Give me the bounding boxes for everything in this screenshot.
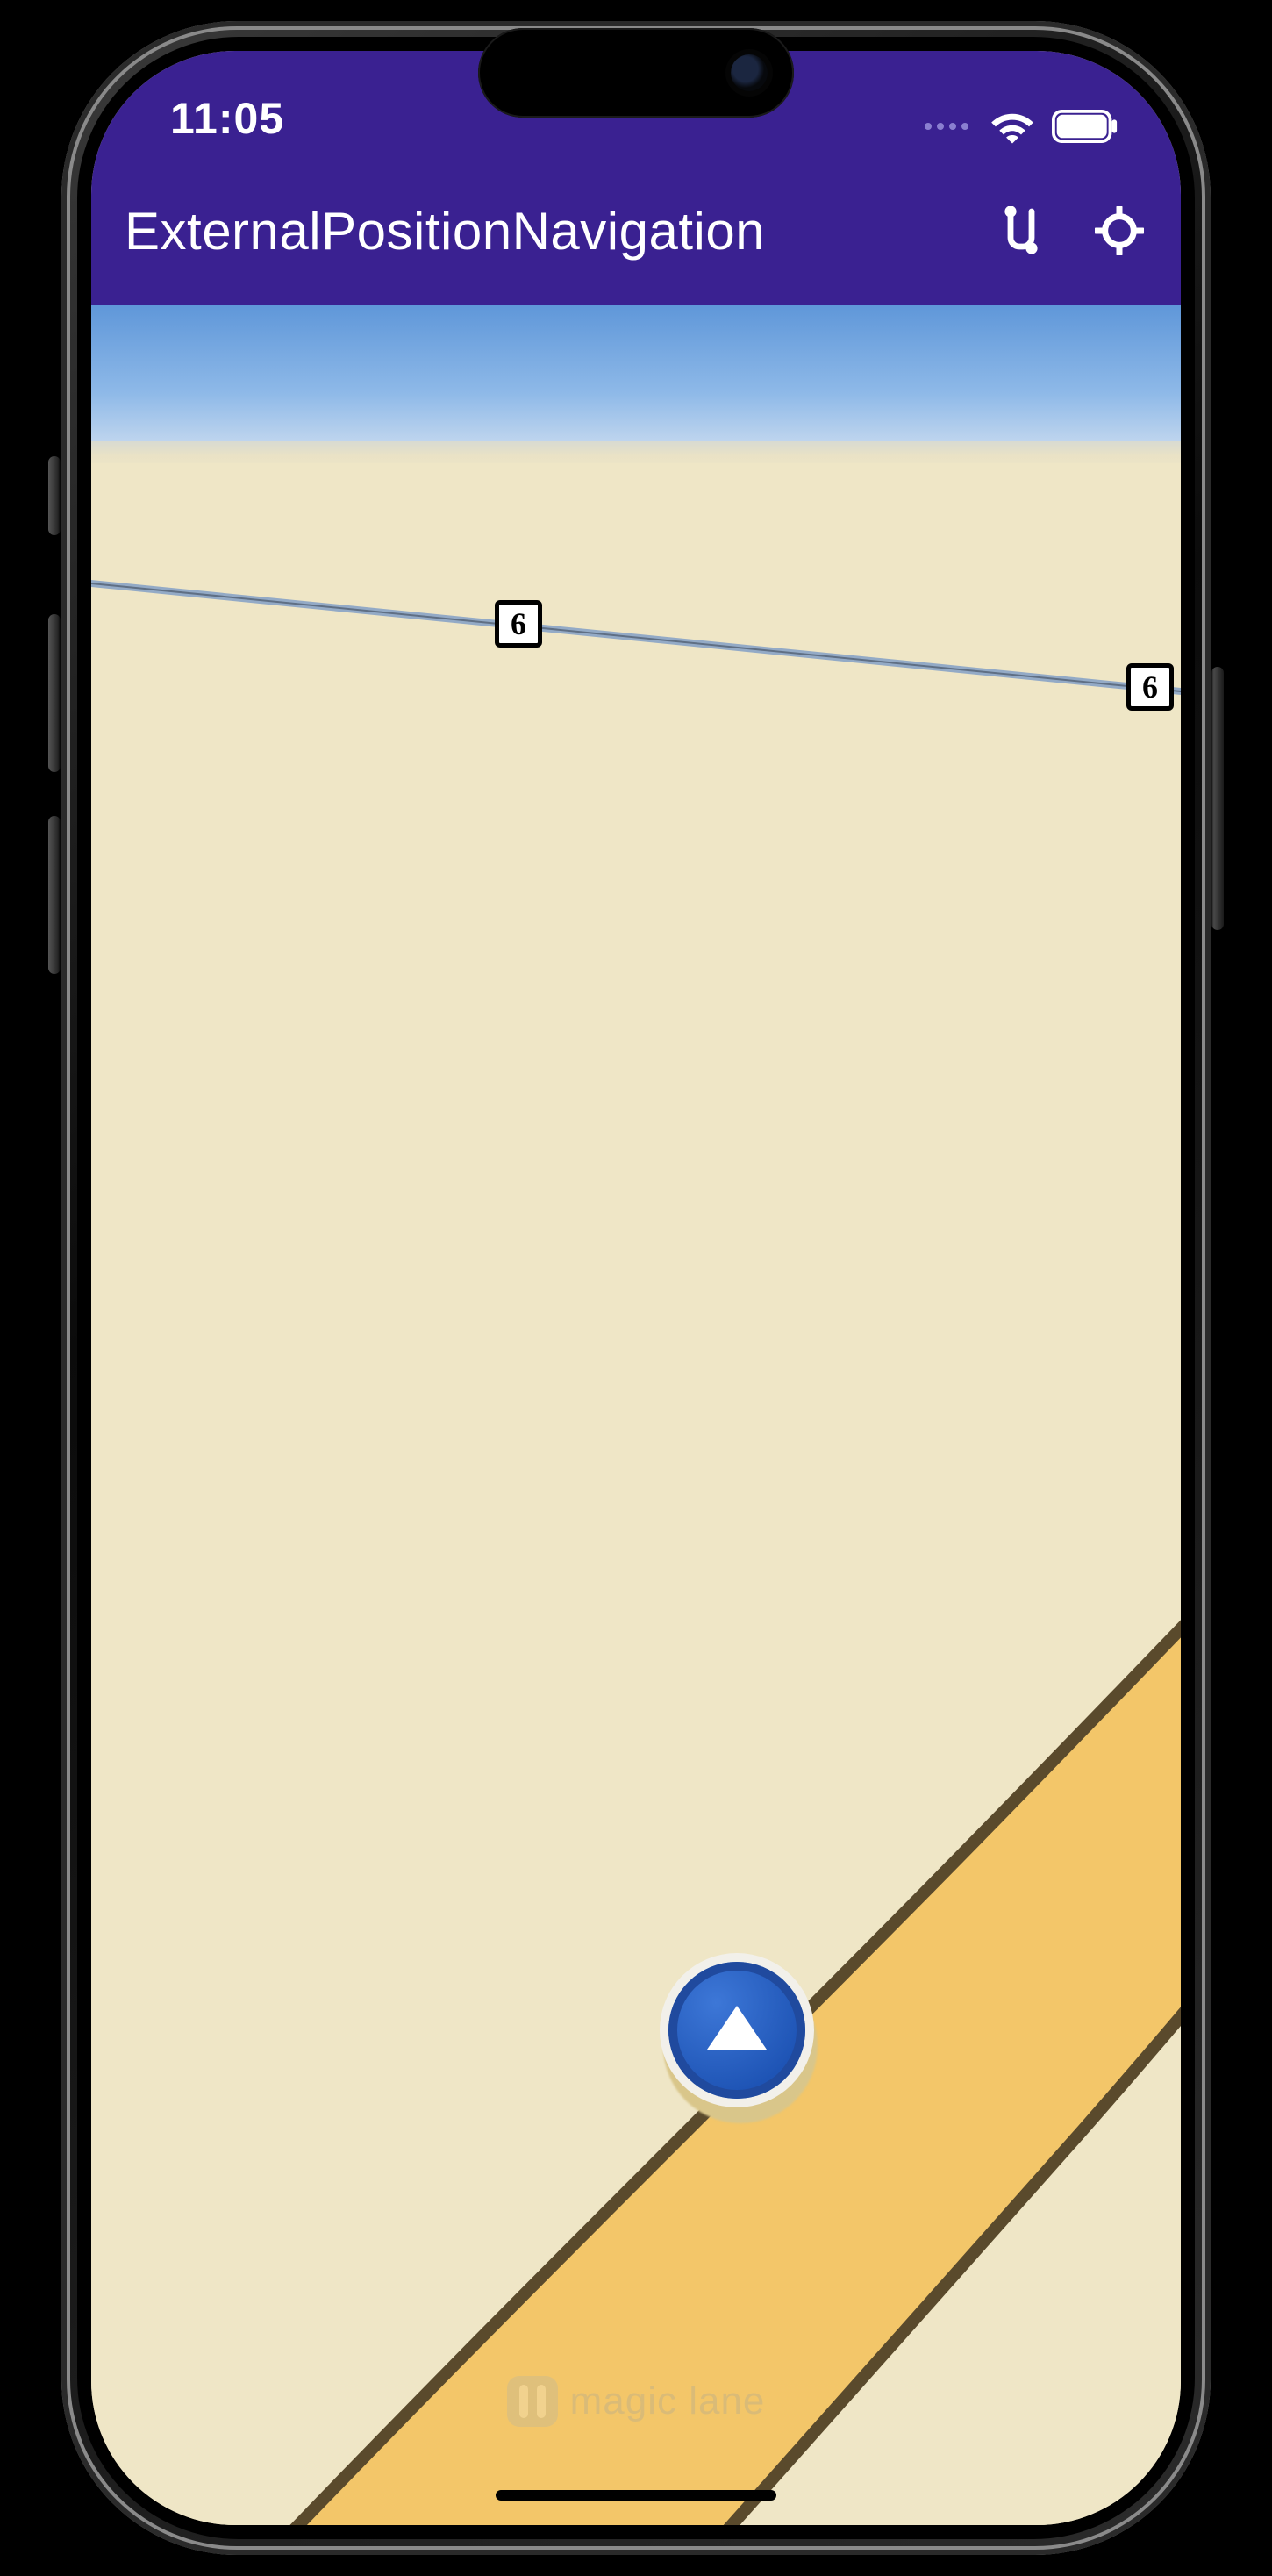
map-viewport[interactable]: 6 6 magic lane bbox=[91, 305, 1181, 2525]
route-icon bbox=[999, 206, 1043, 255]
map-attribution: magic lane bbox=[91, 2376, 1181, 2427]
side-button-vol-up bbox=[48, 614, 61, 772]
status-time: 11:05 bbox=[170, 93, 284, 144]
route-button[interactable] bbox=[995, 204, 1047, 257]
dynamic-island bbox=[478, 28, 794, 118]
home-indicator[interactable] bbox=[496, 2490, 776, 2501]
position-puck[interactable] bbox=[660, 1953, 818, 2111]
side-button-silent bbox=[48, 456, 61, 535]
route-shield: 6 bbox=[1126, 663, 1174, 711]
map-route-highlight bbox=[91, 305, 1181, 2525]
side-button-vol-down bbox=[48, 816, 61, 974]
app-bar: ExternalPositionNavigation bbox=[91, 156, 1181, 305]
side-button-power bbox=[1211, 667, 1224, 930]
heading-arrow-icon bbox=[707, 2006, 767, 2050]
magiclane-logo-icon bbox=[507, 2376, 558, 2427]
route-shield: 6 bbox=[495, 600, 542, 648]
battery-icon bbox=[1051, 110, 1119, 143]
app-title: ExternalPositionNavigation bbox=[125, 201, 765, 261]
wifi-icon bbox=[990, 109, 1035, 144]
map-attribution-text: magic lane bbox=[570, 2379, 766, 2423]
locate-icon bbox=[1095, 206, 1144, 255]
screen: 11:05 ExternalPositionNavigation bbox=[91, 51, 1181, 2525]
locate-button[interactable] bbox=[1093, 204, 1146, 257]
status-cellular-dots bbox=[925, 123, 968, 130]
